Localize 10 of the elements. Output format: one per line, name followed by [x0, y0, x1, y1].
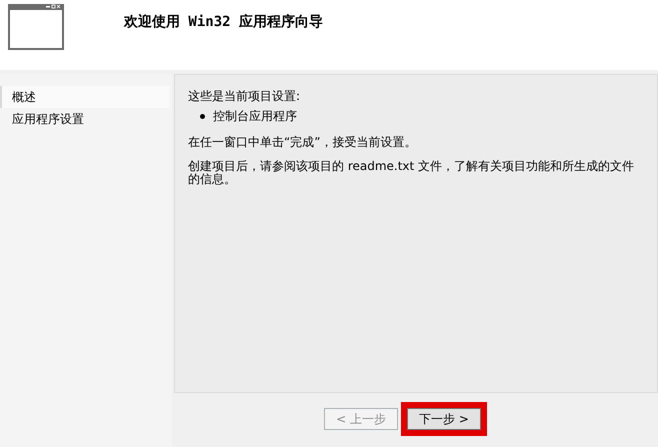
window-icon: [8, 4, 64, 50]
wizard-button[interactable]: 下一步 >: [407, 408, 481, 430]
wizard-title: 欢迎使用 Win32 应用程序向导: [124, 12, 324, 32]
sidebar-item[interactable]: 概述: [0, 86, 170, 108]
bullet-icon: [200, 114, 205, 118]
sidebar-item[interactable]: 应用程序设置: [0, 108, 172, 130]
settings-intro: 这些是当前项目设置:: [188, 88, 302, 105]
bullet-text: 控制台应用程序: [213, 108, 297, 125]
paragraph: 创建项目后，请参阅该项目的 readme.txt 文件，了解有关项目功能和所生成的文件的信息。: [188, 158, 636, 186]
paragraph: 在任一窗口中单击“完成”，接受当前设置。: [188, 134, 418, 149]
